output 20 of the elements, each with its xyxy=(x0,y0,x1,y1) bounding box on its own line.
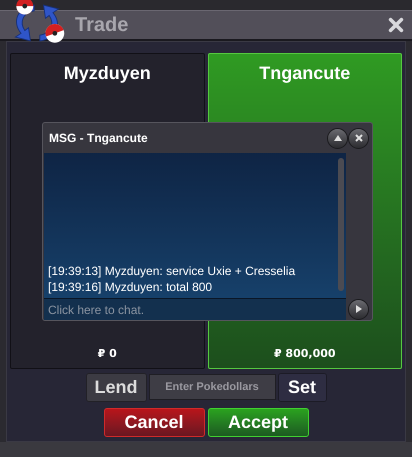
chat-message: [19:39:16] Myzduyen: total 800 xyxy=(48,279,214,295)
lend-button[interactable]: Lend xyxy=(86,373,146,402)
cancel-button[interactable]: Cancel xyxy=(104,408,204,437)
send-button[interactable] xyxy=(348,298,369,320)
chat-input[interactable]: Click here to chat. xyxy=(44,298,346,320)
close-icon xyxy=(354,133,364,143)
pokedollar-field[interactable]: Enter Pokedollars xyxy=(148,374,276,400)
chat-title: MSG - Tngancute xyxy=(49,130,149,147)
chat-message: [19:39:13] Myzduyen: service Uxie + Cresselia xyxy=(48,263,296,279)
accept-button[interactable]: Accept xyxy=(208,408,308,437)
close-button[interactable] xyxy=(348,128,369,148)
window-title: Trade xyxy=(75,13,130,38)
set-button[interactable]: Set xyxy=(278,373,326,402)
offer-amount: ₽ 0 xyxy=(98,346,117,362)
trader-name: Tngancute xyxy=(259,62,350,85)
up-triangle-icon xyxy=(332,133,342,143)
collapse-button[interactable] xyxy=(327,128,348,148)
play-triangle-icon xyxy=(354,304,364,314)
trader-name: Myzduyen xyxy=(64,62,151,85)
offer-amount: ₽ 800,000 xyxy=(274,346,336,362)
